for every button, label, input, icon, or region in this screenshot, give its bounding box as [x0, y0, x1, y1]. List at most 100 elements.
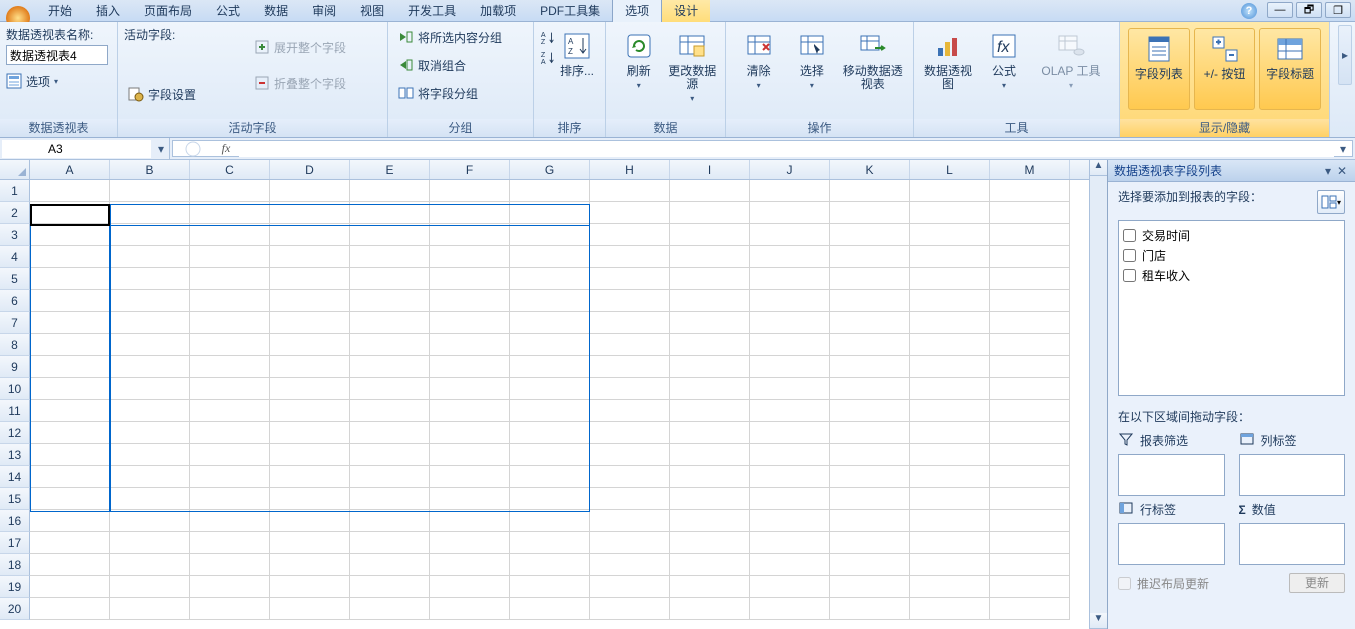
tab-数据[interactable]: 数据: [252, 0, 300, 22]
cell[interactable]: [350, 444, 430, 466]
cell[interactable]: [670, 334, 750, 356]
cell[interactable]: [190, 598, 270, 620]
cell[interactable]: [190, 444, 270, 466]
cell[interactable]: [590, 312, 670, 334]
cell[interactable]: [350, 356, 430, 378]
pivot-options-button[interactable]: 选项 ▾: [6, 71, 111, 91]
restore-button[interactable]: 🗗: [1296, 2, 1322, 18]
cell[interactable]: [350, 268, 430, 290]
cell[interactable]: [30, 378, 110, 400]
cell[interactable]: [670, 312, 750, 334]
row-header[interactable]: 3: [0, 224, 30, 246]
cell[interactable]: [510, 202, 590, 224]
cell[interactable]: [270, 466, 350, 488]
cell[interactable]: [910, 202, 990, 224]
field-item[interactable]: 租车收入: [1123, 265, 1340, 285]
cell[interactable]: [750, 246, 830, 268]
cell[interactable]: [510, 378, 590, 400]
cell[interactable]: [30, 334, 110, 356]
cell[interactable]: [350, 378, 430, 400]
cell[interactable]: [190, 510, 270, 532]
cell[interactable]: [670, 180, 750, 202]
cell[interactable]: [590, 356, 670, 378]
scroll-down-icon[interactable]: ▼: [1090, 613, 1107, 629]
cell[interactable]: [430, 598, 510, 620]
cell[interactable]: [830, 598, 910, 620]
cell[interactable]: [590, 576, 670, 598]
cell[interactable]: [430, 246, 510, 268]
cell[interactable]: [30, 598, 110, 620]
cell[interactable]: [670, 290, 750, 312]
fx-icon[interactable]: fx: [213, 141, 239, 156]
cell[interactable]: [510, 312, 590, 334]
cell[interactable]: [750, 290, 830, 312]
cell[interactable]: [670, 466, 750, 488]
cell[interactable]: [510, 422, 590, 444]
cell[interactable]: [590, 202, 670, 224]
cell[interactable]: [270, 378, 350, 400]
cell[interactable]: [830, 312, 910, 334]
row-header[interactable]: 6: [0, 290, 30, 312]
cell[interactable]: [830, 224, 910, 246]
cell[interactable]: [350, 598, 430, 620]
pivot-chart-button[interactable]: 数据透视图: [920, 26, 976, 114]
cell[interactable]: [30, 400, 110, 422]
cell[interactable]: [510, 268, 590, 290]
cell[interactable]: [30, 444, 110, 466]
tab-加载项[interactable]: 加载项: [468, 0, 528, 22]
column-header[interactable]: G: [510, 160, 590, 179]
cell[interactable]: [590, 224, 670, 246]
cell[interactable]: [430, 224, 510, 246]
cell[interactable]: [910, 400, 990, 422]
cell[interactable]: [590, 400, 670, 422]
cell[interactable]: [270, 576, 350, 598]
cell[interactable]: [110, 356, 190, 378]
cell[interactable]: [750, 510, 830, 532]
tab-插入[interactable]: 插入: [84, 0, 132, 22]
cell[interactable]: [910, 290, 990, 312]
cell[interactable]: [590, 510, 670, 532]
cell[interactable]: [990, 532, 1070, 554]
field-headers-toggle[interactable]: 字段标题: [1259, 28, 1321, 110]
pane-dropdown-icon[interactable]: ▾: [1321, 164, 1335, 178]
cell[interactable]: [590, 598, 670, 620]
formula-button[interactable]: fx 公式 ▾: [976, 26, 1032, 114]
plus-minus-toggle[interactable]: +/- 按钮: [1194, 28, 1256, 110]
cell[interactable]: [110, 180, 190, 202]
cell[interactable]: [510, 356, 590, 378]
column-header[interactable]: A: [30, 160, 110, 179]
tab-开始[interactable]: 开始: [36, 0, 84, 22]
tab-页面布局[interactable]: 页面布局: [132, 0, 204, 22]
cell[interactable]: [270, 268, 350, 290]
cell[interactable]: [270, 290, 350, 312]
cell[interactable]: [190, 466, 270, 488]
row-header[interactable]: 9: [0, 356, 30, 378]
cell[interactable]: [30, 466, 110, 488]
cell[interactable]: [510, 246, 590, 268]
cell[interactable]: [750, 180, 830, 202]
cell[interactable]: [830, 510, 910, 532]
cell[interactable]: [670, 224, 750, 246]
cell[interactable]: [350, 334, 430, 356]
cell[interactable]: [110, 576, 190, 598]
cell[interactable]: [750, 488, 830, 510]
group-field-button[interactable]: 将字段分组: [394, 82, 506, 104]
select-button[interactable]: 选择 ▾: [785, 26, 838, 114]
update-button[interactable]: 更新: [1289, 573, 1345, 593]
cell[interactable]: [750, 532, 830, 554]
cell[interactable]: [110, 532, 190, 554]
cell[interactable]: [110, 312, 190, 334]
cell[interactable]: [590, 378, 670, 400]
cell[interactable]: [190, 246, 270, 268]
row-header[interactable]: 10: [0, 378, 30, 400]
cell[interactable]: [670, 268, 750, 290]
group-selection-button[interactable]: 将所选内容分组: [394, 26, 506, 48]
cell[interactable]: [430, 268, 510, 290]
tab-PDF工具集[interactable]: PDF工具集: [528, 0, 612, 22]
formula-input[interactable]: [239, 141, 1334, 157]
cell[interactable]: [830, 290, 910, 312]
cell[interactable]: [30, 202, 110, 224]
cell[interactable]: [750, 576, 830, 598]
cell[interactable]: [590, 268, 670, 290]
cell[interactable]: [270, 598, 350, 620]
